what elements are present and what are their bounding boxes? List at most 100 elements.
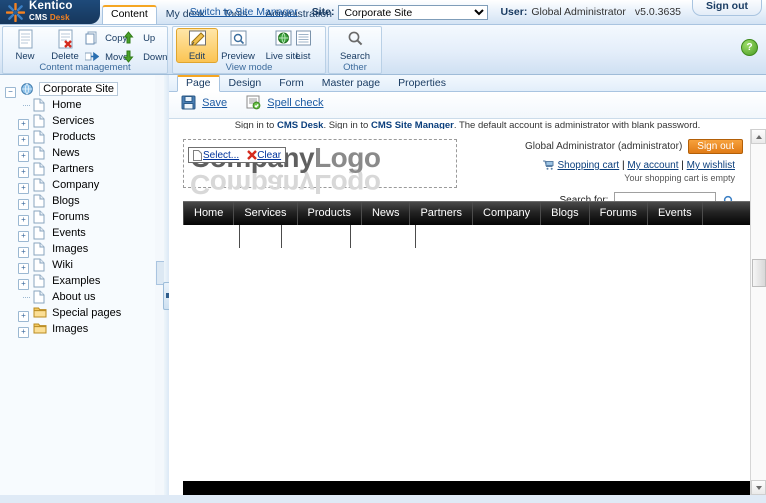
tree-node-company[interactable]: + Company [4, 177, 164, 193]
doc-tab-design[interactable]: Design [220, 75, 271, 91]
site-select[interactable]: Corporate Site [338, 5, 488, 20]
ribbon-group-title-view-mode: View mode [173, 62, 325, 73]
tree-node-label: Examples [52, 275, 100, 287]
ribbon-search-label: Search [329, 51, 381, 62]
ribbon-up-button[interactable]: Up [123, 31, 175, 46]
preview-vertical-scrollbar[interactable] [750, 129, 766, 495]
nav-item-events[interactable]: Events [648, 202, 703, 225]
nav-item-blogs[interactable]: Blogs [541, 202, 590, 225]
tree-node-special-pages[interactable]: + Special pages [4, 305, 164, 321]
tree-node-services[interactable]: + Services [4, 113, 164, 129]
edit-icon [177, 29, 217, 51]
tree-node-label: Corporate Site [39, 82, 118, 96]
tree-node-events[interactable]: + Events [4, 225, 164, 241]
expander-icon[interactable]: + [17, 227, 30, 240]
tree-node-home[interactable]: Home [4, 97, 164, 113]
company-logo-text-part2: Logo [314, 142, 380, 173]
scroll-up-arrow-icon[interactable] [751, 129, 766, 144]
expander-icon[interactable]: + [17, 243, 30, 256]
ribbon-group-other: Search Other [328, 26, 382, 74]
user-value: Global Administrator [531, 6, 626, 18]
arrow-up-icon [123, 31, 138, 46]
version-label: v5.0.3635 [635, 6, 681, 18]
nav-item-examples[interactable]: Examples [282, 225, 351, 248]
tree-node-images-folder[interactable]: + Images [4, 321, 164, 337]
my-wishlist-link[interactable]: My wishlist [687, 160, 735, 171]
ribbon-edit-button[interactable]: Edit [176, 28, 218, 63]
expander-icon[interactable]: + [17, 323, 30, 336]
nav-item-wiki[interactable]: Wiki [240, 225, 282, 248]
ribbon-search-button[interactable]: Search [329, 29, 381, 62]
sign-out-button[interactable]: Sign out [692, 0, 762, 16]
help-icon-ribbon[interactable]: ? [741, 39, 758, 56]
current-user-row: Global Administrator (administrator)Sign… [525, 139, 735, 154]
tab-content[interactable]: Content [102, 5, 157, 24]
tree-node-label: News [52, 147, 80, 159]
expander-icon[interactable]: + [17, 163, 30, 176]
tree-node-images[interactable]: + Images [4, 241, 164, 257]
ribbon-new-button[interactable]: New [5, 29, 45, 62]
expander-icon[interactable]: + [17, 147, 30, 160]
kentico-starburst-icon [6, 3, 25, 22]
ribbon-preview-button[interactable]: Preview [218, 29, 258, 62]
tree-node-news[interactable]: + News [4, 145, 164, 161]
tree-node-label: Events [52, 227, 86, 239]
logo-select-button[interactable]: Select... [203, 150, 239, 161]
tree-node-products[interactable]: + Products [4, 129, 164, 145]
shopping-cart-link[interactable]: Shopping cart [557, 160, 619, 171]
doc-tab-page[interactable]: Page [177, 75, 220, 92]
site-sign-out-button[interactable]: Sign out [688, 139, 743, 154]
nav-item-products[interactable]: Products [298, 202, 362, 225]
doc-tab-master-page[interactable]: Master page [313, 75, 389, 91]
nav-item-services[interactable]: Services [234, 202, 297, 225]
expander-icon[interactable]: + [17, 195, 30, 208]
tree-node-about-us[interactable]: About us [4, 289, 164, 305]
preview-icon [218, 29, 258, 51]
expander-icon[interactable]: + [17, 307, 30, 320]
tree-node-partners[interactable]: + Partners [4, 161, 164, 177]
nav-item-images[interactable]: Images [183, 225, 240, 248]
logo-clear-button[interactable]: Clear [257, 150, 281, 161]
expander-icon[interactable]: + [17, 211, 30, 224]
save-label: Save [202, 97, 227, 109]
doc-tab-properties[interactable]: Properties [389, 75, 455, 91]
tree-node-label: Products [52, 131, 95, 143]
my-account-link[interactable]: My account [627, 160, 678, 171]
ribbon-group-content-management: New Delete Copy Move [2, 26, 168, 74]
expander-icon[interactable]: + [17, 275, 30, 288]
page-icon [33, 258, 47, 272]
nav-item-partners[interactable]: Partners [410, 202, 473, 225]
ribbon-new-label: New [5, 51, 45, 62]
scrollbar-thumb[interactable] [752, 259, 766, 287]
ribbon-list-button[interactable]: List [283, 29, 323, 62]
spell-check-button[interactable]: Spell check [246, 95, 323, 110]
doc-tab-form[interactable]: Form [270, 75, 313, 91]
nav-item-home[interactable]: Home [183, 202, 234, 225]
ribbon-group-view-mode: Edit Preview Live site List View m [172, 26, 326, 74]
scrollbar-track[interactable] [751, 144, 766, 480]
tree-node-corporate-site[interactable]: − Corporate Site [4, 81, 164, 97]
tree-node-forums[interactable]: + Forums [4, 209, 164, 225]
tree-node-wiki[interactable]: + Wiki [4, 257, 164, 273]
nav-item-company[interactable]: Company [473, 202, 541, 225]
scroll-down-arrow-icon[interactable] [751, 480, 766, 495]
nav-item-forums[interactable]: Forums [590, 202, 648, 225]
tree-node-examples[interactable]: + Examples [4, 273, 164, 289]
nav-item-about-us[interactable]: About us [351, 225, 415, 248]
document-pane: PageDesignFormMaster pageProperties Save… [169, 75, 766, 495]
save-button[interactable]: Save [181, 95, 227, 110]
expander-icon[interactable]: + [17, 131, 30, 144]
expander-icon[interactable]: + [17, 115, 30, 128]
switch-to-site-manager-link[interactable]: Switch to Site Manager [190, 6, 298, 18]
nav-item-news[interactable]: News [362, 202, 411, 225]
link-sep-2: | [679, 160, 687, 171]
company-logo-placeholder[interactable]: CompanyLogo CompanyLogo Select... Clear [183, 139, 457, 188]
expander-icon[interactable]: + [17, 179, 30, 192]
kentico-cms-desk-window: Kentico CMS Desk ContentMy deskToolsAdmi… [0, 0, 766, 503]
expander-icon[interactable]: − [4, 83, 17, 96]
expander-icon[interactable]: + [17, 259, 30, 272]
page-icon [33, 146, 47, 160]
page-icon [33, 242, 47, 256]
tree-node-blogs[interactable]: + Blogs [4, 193, 164, 209]
ribbon-delete-button[interactable]: Delete [45, 29, 85, 62]
